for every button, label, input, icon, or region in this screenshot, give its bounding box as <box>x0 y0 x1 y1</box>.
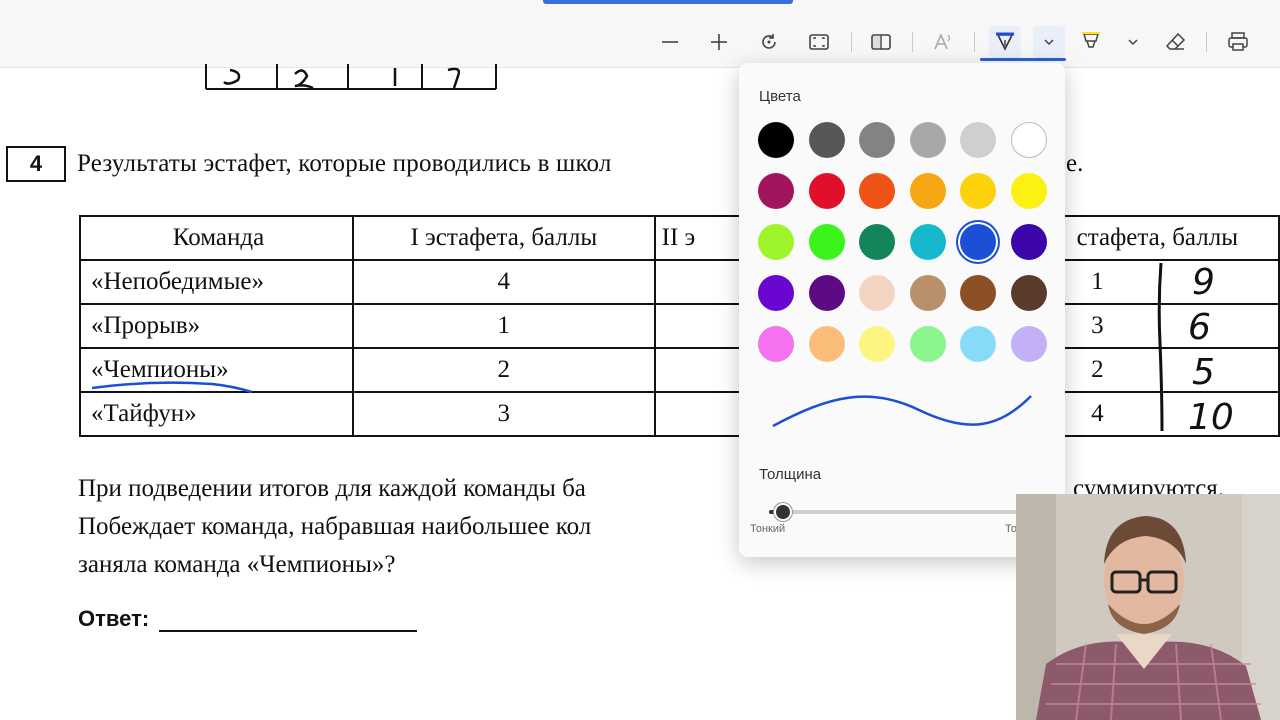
toolbar-divider <box>1206 32 1207 52</box>
tab-accent <box>543 0 793 4</box>
highlight-button[interactable] <box>1075 26 1107 58</box>
task-heading: Результаты эстафет, которые проводились … <box>77 150 612 177</box>
zoom-out-button[interactable] <box>654 26 686 58</box>
color-swatch[interactable] <box>1010 122 1047 158</box>
draw-button[interactable] <box>989 26 1021 58</box>
eraser-icon <box>1165 32 1186 50</box>
handwritten-sum: 9 <box>1192 262 1215 303</box>
color-swatch[interactable] <box>758 173 794 209</box>
read-aloud-icon <box>934 32 951 50</box>
rotate-button[interactable] <box>753 26 785 58</box>
color-swatch[interactable] <box>1010 173 1047 209</box>
thickness-slider-track[interactable] <box>769 510 1039 514</box>
color-swatch[interactable] <box>758 224 794 260</box>
rotate-icon <box>762 34 776 49</box>
fit-page-icon <box>809 34 829 50</box>
chevron-down-icon <box>1128 39 1138 46</box>
minus-icon <box>662 41 678 43</box>
handwritten-sum: 6 <box>1188 307 1211 348</box>
color-swatch[interactable] <box>859 122 895 158</box>
color-swatch[interactable] <box>1010 326 1047 362</box>
color-swatch[interactable] <box>1010 224 1047 260</box>
color-swatch[interactable] <box>859 326 895 362</box>
plus-icon <box>711 34 727 50</box>
previous-answer-grid <box>205 64 497 90</box>
toolbar <box>0 0 1280 68</box>
ink-divider <box>1157 262 1164 432</box>
thickness-title: Толщина <box>759 466 822 483</box>
draw-options-button[interactable] <box>1033 26 1065 58</box>
color-swatch[interactable] <box>909 224 946 260</box>
handwritten-sum: 5 <box>1192 352 1215 393</box>
chevron-down-icon <box>1044 39 1054 46</box>
color-swatch[interactable] <box>808 224 845 260</box>
highlight-options-button[interactable] <box>1117 26 1149 58</box>
color-swatch[interactable] <box>808 122 845 158</box>
color-swatch[interactable] <box>960 173 996 209</box>
color-swatch[interactable] <box>808 326 845 362</box>
color-swatch[interactable] <box>909 173 946 209</box>
color-swatch[interactable] <box>758 275 794 311</box>
color-swatch[interactable] <box>909 326 946 362</box>
color-swatch[interactable] <box>960 326 996 362</box>
task-number: 4 <box>6 146 66 182</box>
color-swatch[interactable] <box>960 122 996 158</box>
active-tool-indicator <box>980 58 1066 61</box>
color-swatch[interactable] <box>859 224 895 260</box>
color-swatch[interactable] <box>1010 275 1047 311</box>
page-view-button[interactable] <box>865 26 897 58</box>
color-swatch[interactable] <box>758 326 794 362</box>
presenter-video <box>1016 494 1280 720</box>
table-header-row: Команда I эстафета, баллы II э стафета, … <box>79 215 1280 261</box>
highlighter-icon <box>1082 32 1100 48</box>
thin-label: Тонкий <box>750 523 786 535</box>
toolbar-divider <box>851 32 852 52</box>
ink-underline <box>91 381 253 394</box>
stroke-preview <box>772 395 1032 428</box>
color-swatch[interactable] <box>960 224 996 260</box>
task-heading-tail: е. <box>1066 150 1084 177</box>
color-swatch[interactable] <box>859 173 895 209</box>
column-header: I эстафета, баллы <box>351 215 656 261</box>
pen-icon <box>996 32 1014 51</box>
webcam-overlay <box>1016 494 1280 720</box>
answer-field[interactable] <box>159 610 418 632</box>
print-button[interactable] <box>1222 26 1254 58</box>
read-aloud-button[interactable] <box>927 26 959 58</box>
color-swatch[interactable] <box>960 275 996 311</box>
column-header: Команда <box>79 215 354 261</box>
printer-icon <box>1228 32 1248 51</box>
colors-title: Цвета <box>759 88 801 105</box>
color-swatch[interactable] <box>808 275 845 311</box>
paragraph-text: При подведении итогов для каждой команды… <box>78 475 586 502</box>
thickness-slider-thumb[interactable] <box>773 503 792 521</box>
pen-options-panel: Цвета Толщина Тонкий То <box>739 63 1065 557</box>
color-swatch[interactable] <box>909 122 946 158</box>
color-swatch[interactable] <box>758 122 794 158</box>
handwritten-sum: 10 <box>1188 397 1234 438</box>
toolbar-divider <box>974 32 975 52</box>
zoom-in-button[interactable] <box>703 26 735 58</box>
fit-page-button[interactable] <box>803 26 835 58</box>
ink-annotations <box>91 262 1164 432</box>
erase-button[interactable] <box>1160 26 1192 58</box>
answer-row: Ответ: <box>78 606 418 632</box>
two-page-icon <box>871 34 891 50</box>
color-swatch[interactable] <box>808 173 845 209</box>
answer-label: Ответ: <box>78 606 150 631</box>
column-header: стафета, баллы <box>1049 215 1280 261</box>
toolbar-divider <box>912 32 913 52</box>
color-swatch[interactable] <box>859 275 895 311</box>
color-swatch[interactable] <box>909 275 946 311</box>
